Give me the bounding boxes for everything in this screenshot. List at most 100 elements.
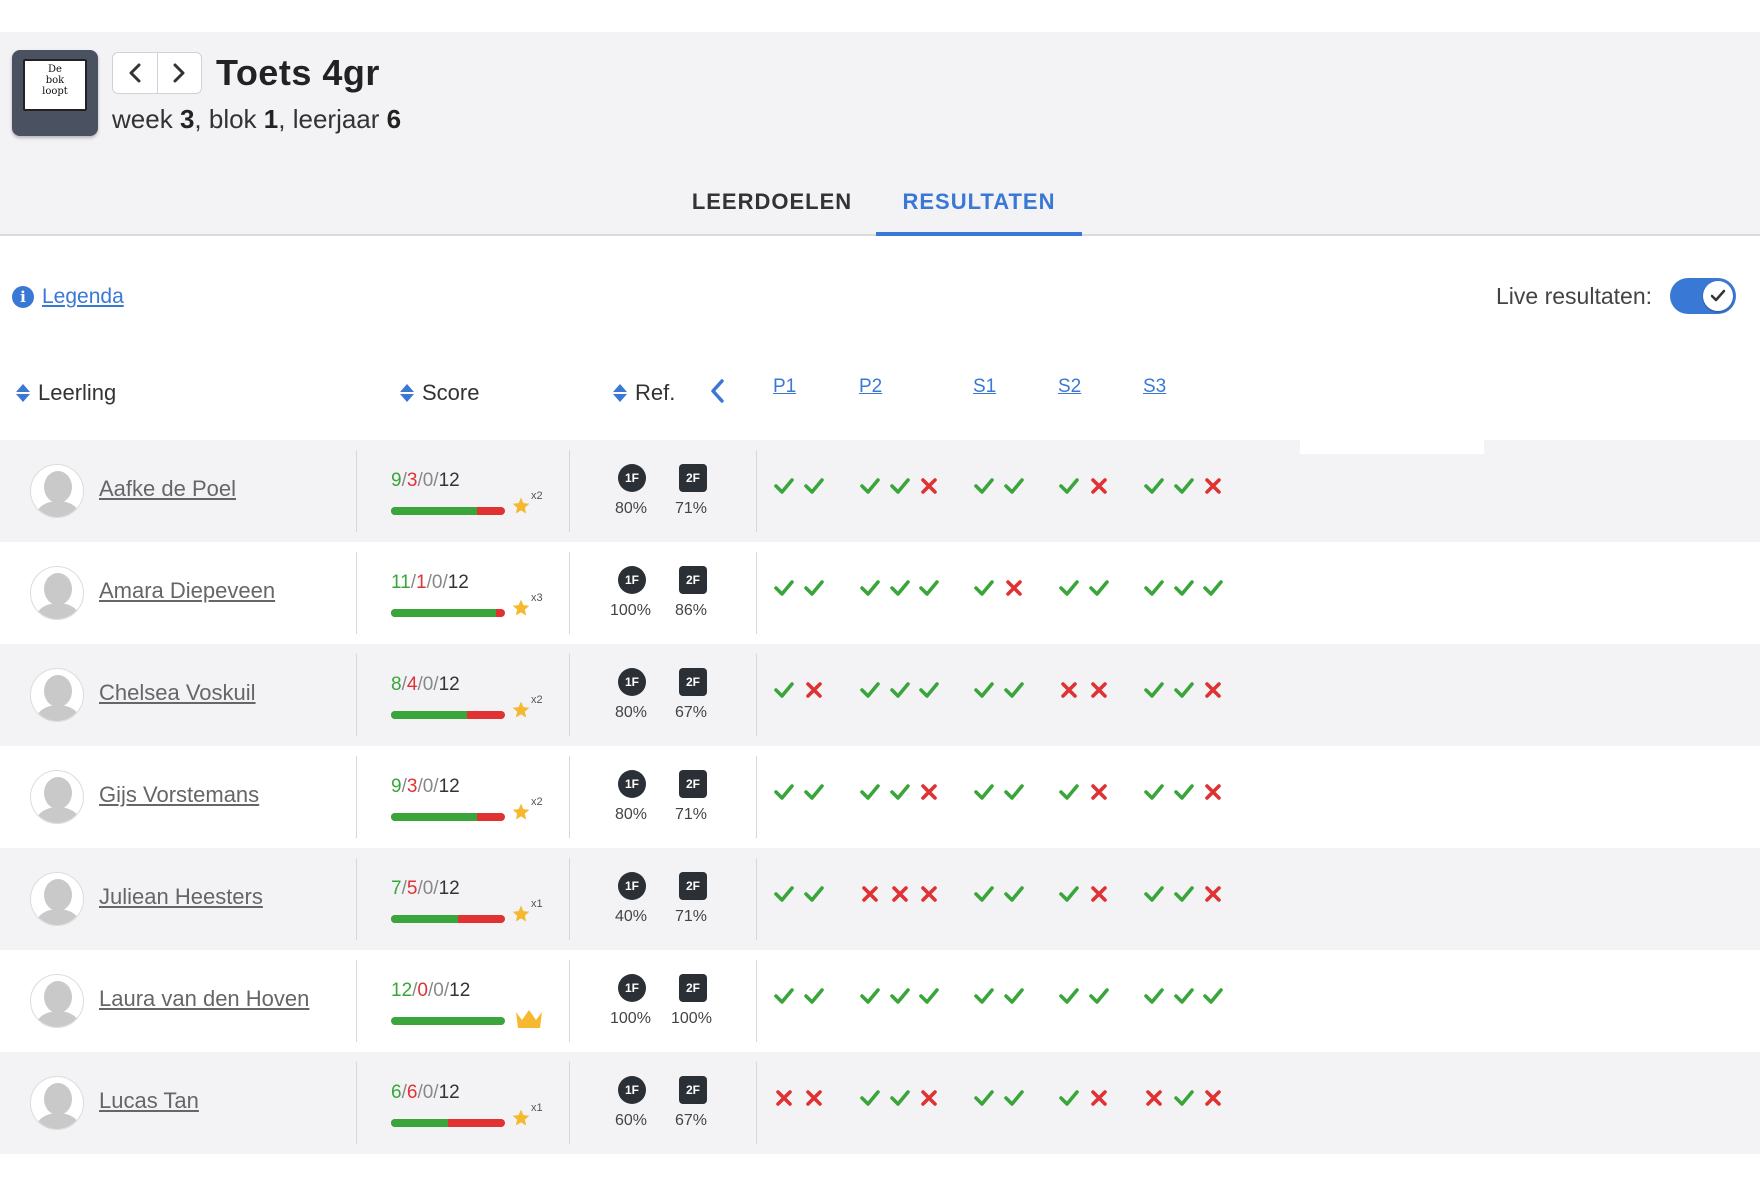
checkmark-icon[interactable] [1173,883,1195,905]
checkmark-icon[interactable] [1173,985,1195,1007]
checkmark-icon[interactable] [1058,577,1080,599]
checkmark-icon[interactable] [773,577,795,599]
cross-icon[interactable] [918,475,940,497]
checkmark-icon[interactable] [1058,883,1080,905]
checkmark-icon[interactable] [1143,475,1165,497]
checkmark-icon[interactable] [889,781,911,803]
cross-icon[interactable] [1003,577,1025,599]
previous-test-button[interactable] [113,53,157,93]
test-header: De bok loopt Toets 4gr week 3, blok 1, l… [0,32,1760,236]
checkmark-icon[interactable] [1173,1087,1195,1109]
goal-link-s3[interactable]: S3 [1143,376,1166,398]
checkmark-icon[interactable] [1058,985,1080,1007]
checkmark-icon[interactable] [1143,883,1165,905]
checkmark-icon[interactable] [859,985,881,1007]
checkmark-icon[interactable] [803,985,825,1007]
checkmark-icon[interactable] [1003,475,1025,497]
checkmark-icon[interactable] [859,679,881,701]
checkmark-icon[interactable] [1088,985,1110,1007]
checkmark-icon[interactable] [1143,577,1165,599]
checkmark-icon[interactable] [889,577,911,599]
checkmark-icon[interactable] [1003,883,1025,905]
cross-icon[interactable] [918,883,940,905]
checkmark-icon[interactable] [973,1087,995,1109]
checkmark-icon[interactable] [859,475,881,497]
cross-icon[interactable] [773,1087,795,1109]
sort-ref-header[interactable]: Ref. [613,376,675,410]
checkmark-icon[interactable] [1202,577,1224,599]
goal-link-s1[interactable]: S1 [973,376,996,398]
checkmark-icon[interactable] [918,985,940,1007]
checkmark-icon[interactable] [889,1087,911,1109]
cross-icon[interactable] [1143,1087,1165,1109]
cross-icon[interactable] [918,781,940,803]
cross-icon[interactable] [803,1087,825,1109]
checkmark-icon[interactable] [973,985,995,1007]
goal-link-p2[interactable]: P2 [859,376,882,398]
cross-icon[interactable] [803,679,825,701]
checkmark-icon[interactable] [859,577,881,599]
tab-resultaten[interactable]: RESULTATEN [876,182,1082,236]
checkmark-icon[interactable] [859,1087,881,1109]
cross-icon[interactable] [889,883,911,905]
checkmark-icon[interactable] [859,781,881,803]
checkmark-icon[interactable] [973,883,995,905]
checkmark-icon[interactable] [889,679,911,701]
checkmark-icon[interactable] [889,985,911,1007]
checkmark-icon[interactable] [918,679,940,701]
tab-leerdoelen[interactable]: LEERDOELEN [680,182,864,236]
checkmark-icon[interactable] [1058,1087,1080,1109]
checkmark-icon[interactable] [803,781,825,803]
goal-link-p1[interactable]: P1 [773,376,796,398]
cross-icon[interactable] [859,883,881,905]
cross-icon[interactable] [1202,883,1224,905]
checkmark-icon[interactable] [918,577,940,599]
cross-icon[interactable] [1202,679,1224,701]
checkmark-icon[interactable] [1003,781,1025,803]
checkmark-icon[interactable] [773,781,795,803]
cross-icon[interactable] [1088,781,1110,803]
checkmark-icon[interactable] [773,679,795,701]
cross-icon[interactable] [1088,883,1110,905]
checkmark-icon[interactable] [1143,781,1165,803]
checkmark-icon[interactable] [1003,679,1025,701]
checkmark-icon[interactable] [1173,475,1195,497]
cross-icon[interactable] [1202,475,1224,497]
checkmark-icon[interactable] [973,781,995,803]
checkmark-icon[interactable] [1088,577,1110,599]
checkmark-icon[interactable] [1003,1087,1025,1109]
checkmark-icon[interactable] [1143,679,1165,701]
sort-score-header[interactable]: Score [400,376,479,410]
cross-icon[interactable] [1088,1087,1110,1109]
checkmark-icon[interactable] [973,475,995,497]
cross-icon[interactable] [1202,1087,1224,1109]
legend-link[interactable]: Legenda [42,285,124,309]
checkmark-icon[interactable] [1143,985,1165,1007]
cross-icon[interactable] [1058,679,1080,701]
cross-icon[interactable] [1088,475,1110,497]
checkmark-icon[interactable] [773,883,795,905]
checkmark-icon[interactable] [1173,577,1195,599]
sort-leerling-header[interactable]: Leerling [16,376,116,410]
checkmark-icon[interactable] [803,883,825,905]
checkmark-icon[interactable] [1003,985,1025,1007]
checkmark-icon[interactable] [1058,781,1080,803]
next-test-button[interactable] [156,53,202,93]
checkmark-icon[interactable] [1173,781,1195,803]
checkmark-icon[interactable] [773,985,795,1007]
checkmark-icon[interactable] [1173,679,1195,701]
cross-icon[interactable] [918,1087,940,1109]
checkmark-icon[interactable] [773,475,795,497]
cross-icon[interactable] [1088,679,1110,701]
scroll-goals-left-button[interactable] [708,378,726,409]
checkmark-icon[interactable] [803,577,825,599]
checkmark-icon[interactable] [1058,475,1080,497]
checkmark-icon[interactable] [973,577,995,599]
checkmark-icon[interactable] [803,475,825,497]
checkmark-icon[interactable] [1202,985,1224,1007]
cross-icon[interactable] [1202,781,1224,803]
live-results-toggle[interactable] [1670,278,1736,314]
checkmark-icon[interactable] [973,679,995,701]
checkmark-icon[interactable] [889,475,911,497]
goal-link-s2[interactable]: S2 [1058,376,1081,398]
